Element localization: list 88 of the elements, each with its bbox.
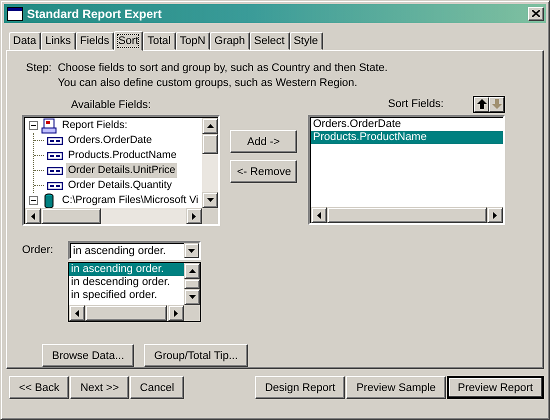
left-triangle-icon: [31, 212, 35, 220]
nav-button[interactable]: Next >>: [70, 376, 129, 399]
step-text: You can also define custom groups, such as Western Region.: [58, 76, 358, 91]
tree-item[interactable]: Order Details.UnitPrice: [66, 163, 178, 178]
transfer-button[interactable]: Add ->: [230, 130, 297, 153]
scroll-right-button[interactable]: [186, 208, 202, 224]
nav-button[interactable]: << Back: [9, 376, 70, 399]
field-icon: [47, 136, 63, 144]
order-dropdown[interactable]: in ascending order.: [68, 241, 201, 260]
down-triangle-icon: [188, 295, 196, 299]
down-arrow-icon: [492, 99, 502, 109]
tab[interactable]: Sort: [114, 31, 144, 51]
dropdown-option[interactable]: in specified order.: [69, 289, 184, 302]
list-item[interactable]: Orders.OrderDate: [311, 118, 503, 131]
tree-item[interactable]: Order Details.Quantity: [66, 178, 174, 193]
nav-button[interactable]: Cancel: [130, 376, 184, 399]
window-icon: [7, 6, 23, 20]
report-icon: [41, 118, 57, 134]
close-icon: [532, 10, 540, 17]
tab[interactable]: Data: [9, 32, 42, 50]
field-icon: [47, 152, 63, 160]
step-text: Choose fields to sort and group by, such as Country and then State.: [58, 61, 388, 76]
report-button[interactable]: Preview Sample: [346, 376, 446, 399]
scroll-up-button[interactable]: [184, 263, 200, 279]
down-triangle-icon: [206, 198, 214, 202]
field-icon: [47, 166, 63, 174]
available-fields-label: Available Fields:: [71, 98, 152, 113]
sort-fields-list[interactable]: Orders.OrderDate Products.ProductName: [308, 115, 505, 225]
scroll-down-button[interactable]: [202, 192, 218, 208]
scroll-right-button[interactable]: [487, 207, 503, 223]
scroll-thumb[interactable]: [85, 305, 167, 321]
scroll-up-button[interactable]: [202, 118, 218, 134]
order-label: Order:: [22, 243, 54, 258]
right-triangle-icon: [192, 212, 196, 220]
field-icon: [47, 182, 63, 190]
scroll-thumb[interactable]: [41, 208, 101, 224]
up-triangle-icon: [206, 124, 214, 128]
scroll-thumb[interactable]: [184, 279, 200, 289]
tree-item[interactable]: Orders.OrderDate: [66, 133, 154, 148]
tab[interactable]: Total: [143, 32, 176, 50]
scroll-down-button[interactable]: [184, 289, 200, 305]
horizontal-scrollbar[interactable]: [25, 208, 202, 224]
move-up-button[interactable]: [474, 96, 489, 112]
left-triangle-icon: [317, 212, 321, 218]
sort-fields-label: Sort Fields:: [388, 97, 444, 112]
tree-item[interactable]: Products.ProductName: [66, 148, 179, 163]
tab[interactable]: TopN: [176, 32, 210, 50]
tab[interactable]: Links: [41, 32, 76, 50]
report-button[interactable]: Preview Report: [446, 376, 544, 399]
close-button[interactable]: [528, 6, 544, 20]
dropdown-button[interactable]: [184, 243, 199, 258]
dropdown-option[interactable]: in ascending order.: [69, 263, 184, 276]
scrollbar-corner: [202, 208, 218, 224]
list-item[interactable]: Products.ProductName: [311, 131, 503, 144]
horizontal-scrollbar[interactable]: [311, 207, 503, 223]
vertical-scrollbar[interactable]: [184, 263, 200, 305]
up-arrow-icon: [476, 99, 486, 109]
scroll-left-button[interactable]: [311, 207, 327, 223]
vertical-scrollbar[interactable]: [202, 118, 218, 208]
down-triangle-icon: [188, 248, 195, 252]
transfer-button[interactable]: <- Remove: [230, 160, 297, 183]
right-triangle-icon: [174, 310, 178, 316]
field-tree[interactable]: Report Fields: Orders.OrderDate Products.ProductName Order Details.UnitPrice Order Details.Quantity C:\Program Files\Microsoft Vi: [22, 115, 220, 226]
tab[interactable]: Fields: [76, 32, 114, 50]
collapse-icon[interactable]: [29, 121, 38, 130]
left-triangle-icon: [75, 310, 79, 316]
scroll-thumb[interactable]: [202, 134, 218, 154]
tab[interactable]: Style: [290, 32, 324, 50]
tree-item[interactable]: C:\Program Files\Microsoft Vi: [60, 193, 200, 208]
step-label: Step:: [26, 61, 52, 76]
scroll-left-button[interactable]: [69, 305, 85, 321]
scrollbar-corner: [184, 305, 200, 321]
action-button[interactable]: Browse Data...: [42, 344, 134, 367]
order-options-list[interactable]: in ascending order. in descending order. in specified order.: [68, 262, 201, 322]
right-triangle-icon: [493, 212, 497, 218]
scroll-left-button[interactable]: [25, 208, 41, 224]
window-title: Standard Report Expert: [27, 6, 163, 20]
action-button[interactable]: Group/Total Tip...: [144, 344, 248, 367]
tab[interactable]: Graph: [210, 32, 250, 50]
tree-item[interactable]: Report Fields:: [60, 118, 130, 133]
horizontal-scrollbar[interactable]: [69, 305, 184, 321]
scroll-thumb[interactable]: [327, 207, 487, 223]
tab[interactable]: Select: [250, 32, 290, 50]
scroll-right-button[interactable]: [168, 305, 184, 321]
up-triangle-icon: [188, 269, 196, 273]
collapse-icon[interactable]: [29, 196, 38, 205]
dropdown-option[interactable]: in descending order.: [69, 276, 184, 289]
report-button[interactable]: Design Report: [254, 376, 346, 399]
